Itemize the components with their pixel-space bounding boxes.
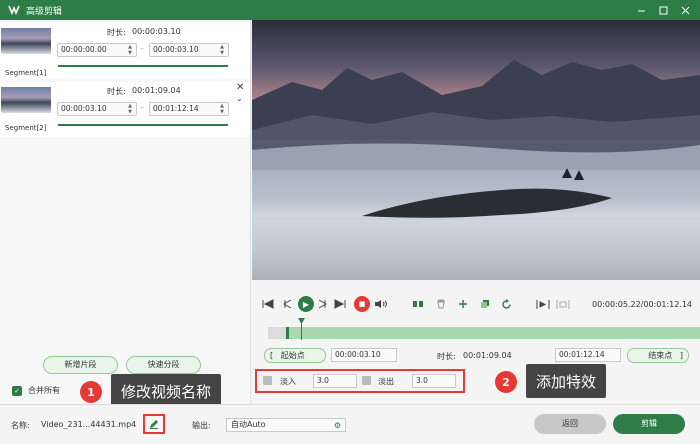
segment-duration-label: 时长:	[107, 28, 126, 37]
callout-number: 2	[495, 371, 517, 393]
gear-icon: ⚙	[333, 421, 341, 430]
set-end-button[interactable]: 结束点 ]	[627, 348, 689, 363]
pencil-icon	[150, 420, 158, 429]
set-start-button[interactable]: [ 起始点	[264, 348, 326, 363]
segment-panel: Segment[1] 时长: 00:00:03.10 00:00:00.00 ▲ ▼…	[0, 20, 250, 404]
segment-thumbnail	[1, 87, 51, 113]
stop-icon: ■	[354, 296, 370, 312]
jump-end-icon[interactable]	[334, 296, 346, 312]
playhead-marker-icon[interactable]	[298, 318, 305, 324]
fade-out-label: 淡出	[378, 377, 394, 386]
reset-icon[interactable]	[501, 296, 512, 312]
segment-duration: 00:01:09.04	[132, 86, 181, 95]
landscape-image	[252, 60, 700, 280]
volume-icon[interactable]	[374, 296, 388, 312]
fade-in-input[interactable]: 3.0	[313, 374, 357, 388]
segment-thumbnail	[1, 28, 51, 54]
current-time-display: 00:00:05.22/00:01:12.14	[592, 300, 692, 309]
check-icon: ✓	[12, 385, 22, 396]
fade-in-checkbox[interactable]	[263, 376, 272, 385]
fade-out-checkbox[interactable]	[362, 376, 371, 385]
window-title: 高级剪辑	[26, 6, 63, 17]
app-logo-icon	[7, 3, 21, 17]
copy-icon[interactable]	[480, 296, 490, 312]
segment-start-input[interactable]: 00:00:03.10 ▲ ▼	[57, 102, 137, 116]
play-icon: ▶	[298, 296, 314, 312]
play-button[interactable]: ▶	[298, 296, 314, 312]
segment-item[interactable]: Segment[1] 时长: 00:00:03.10 00:00:00.00 ▲ ▼…	[0, 23, 250, 79]
merge-all-label: 合并所有	[28, 386, 60, 395]
mark-out-icon[interactable]	[556, 296, 570, 312]
callout-label: 添加特效	[526, 364, 607, 398]
segment-progress-bar	[58, 124, 228, 126]
timeline-selection[interactable]	[286, 327, 700, 339]
callout-number: 1	[80, 381, 102, 403]
cut-button[interactable]: 剪辑	[613, 414, 685, 434]
merge-all-checkbox[interactable]: ✓ 合并所有	[12, 385, 60, 396]
jump-start-icon[interactable]	[262, 296, 274, 312]
segment-duration-label: 时长:	[107, 87, 126, 96]
output-label: 输出:	[192, 421, 211, 430]
range-duration: 00:01:09.04	[463, 351, 512, 360]
segment-end-input[interactable]: 00:01:12.14 ▲ ▼	[149, 102, 229, 116]
name-label: 名称:	[11, 421, 30, 430]
add-segment-button[interactable]: 新增片段	[43, 356, 118, 374]
segment-duration: 00:00:03.10	[132, 27, 181, 36]
close-icon[interactable]	[674, 0, 696, 20]
split-icon[interactable]	[412, 296, 424, 312]
segment-name: Segment[1]	[5, 69, 47, 77]
fade-in-label: 淡入	[280, 377, 296, 386]
range-duration-label: 时长:	[437, 352, 456, 361]
mark-in-icon[interactable]	[536, 296, 550, 312]
video-preview	[252, 20, 700, 280]
add-icon[interactable]	[458, 296, 468, 312]
callout-label: 修改视频名称	[111, 374, 222, 408]
segment-name: Segment[2]	[5, 124, 47, 132]
segment-collapse-icon[interactable]: ⌄	[236, 94, 243, 103]
output-select[interactable]: 自动Auto ⚙	[226, 418, 346, 432]
back-button[interactable]: 返回	[534, 414, 606, 434]
start-time-input[interactable]: 00:00:03.10	[331, 348, 397, 362]
stop-button[interactable]: ■	[354, 296, 370, 312]
segment-end-input[interactable]: 00:00:03.10 ▲ ▼	[149, 43, 229, 57]
next-frame-icon[interactable]	[318, 296, 330, 312]
fade-out-input[interactable]: 3.0	[412, 374, 456, 388]
segment-item[interactable]: Segment[2] 时长: 00:01:09.04 ✕ ⌄ 00:00:03.…	[0, 82, 250, 137]
segment-start-input[interactable]: 00:00:00.00 ▲ ▼	[57, 43, 137, 57]
quick-split-button[interactable]: 快速分段	[126, 356, 201, 374]
title-bar: 高级剪辑	[0, 0, 700, 20]
delete-icon[interactable]	[436, 296, 446, 312]
prev-frame-icon[interactable]	[280, 296, 292, 312]
segment-close-icon[interactable]: ✕	[236, 82, 244, 93]
maximize-icon[interactable]	[652, 0, 674, 20]
segment-progress-bar	[58, 65, 228, 67]
edit-name-button[interactable]	[143, 414, 165, 434]
filename: Video_231...44431.mp4	[41, 420, 137, 429]
minimize-icon[interactable]	[630, 0, 652, 20]
end-time-input[interactable]: 00:01:12.14	[555, 348, 621, 362]
